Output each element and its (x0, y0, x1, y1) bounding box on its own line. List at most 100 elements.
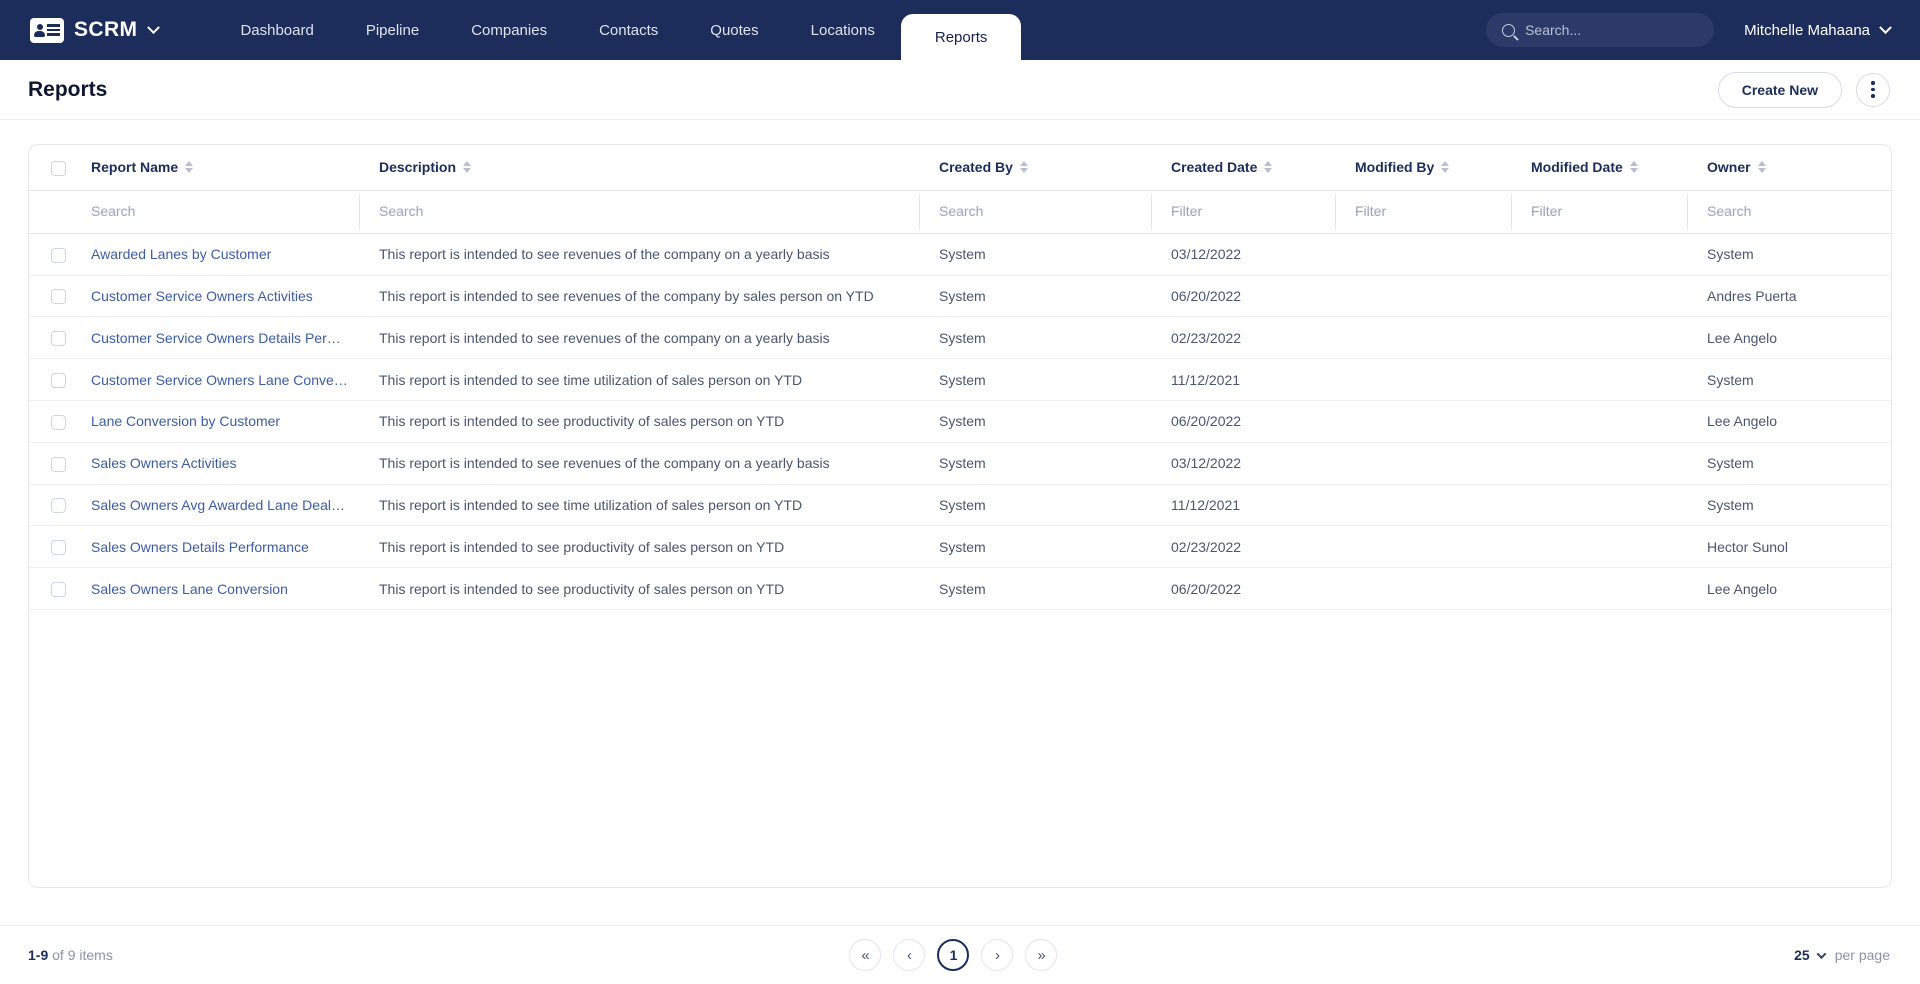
row-checkbox[interactable] (51, 247, 66, 263)
row-select-cell (29, 275, 71, 318)
column-header-modified-by[interactable]: Modified By (1335, 145, 1511, 191)
column-header-report-name[interactable]: Report Name (71, 145, 359, 191)
nav-tab-dashboard[interactable]: Dashboard (214, 0, 339, 60)
filter-input-created-date[interactable] (1171, 202, 1322, 219)
account-menu[interactable]: Mitchelle Mahaana (1744, 20, 1892, 39)
column-header-modified-date[interactable]: Modified Date (1511, 145, 1687, 191)
column-label: Created Date (1171, 159, 1258, 176)
report-name-link[interactable]: Customer Service Owners Activities (91, 288, 313, 304)
nav-tab-quotes[interactable]: Quotes (684, 0, 784, 60)
report-name-link[interactable]: Customer Service Owners Details Per… (91, 330, 341, 346)
cell-owner: System (1687, 233, 1891, 276)
item-range-label: 1-9 of 9 items (28, 947, 113, 963)
sort-icon[interactable] (1757, 161, 1766, 174)
column-header-owner[interactable]: Owner (1687, 145, 1891, 191)
brand-name: SCRM (74, 18, 138, 41)
filter-input-modified-date[interactable] (1531, 202, 1675, 219)
filter-cell-report-name (71, 190, 359, 234)
select-all-checkbox[interactable] (51, 160, 66, 176)
cell-modified-date (1511, 525, 1687, 569)
sort-icon[interactable] (1264, 161, 1273, 174)
brand-logo[interactable]: SCRM (0, 0, 161, 60)
per-page-select[interactable]: 25 (1794, 947, 1827, 963)
report-name-link[interactable]: Sales Owners Details Performance (91, 539, 309, 555)
cell-created-date: 11/12/2021 (1151, 358, 1335, 401)
filter-input-modified-by[interactable] (1355, 202, 1499, 219)
row-checkbox[interactable] (51, 372, 66, 388)
report-name-link[interactable]: Lane Conversion by Customer (91, 413, 280, 429)
row-checkbox[interactable] (51, 289, 66, 305)
cell-owner: System (1687, 442, 1891, 485)
row-checkbox[interactable] (51, 456, 66, 472)
report-name-link[interactable]: Customer Service Owners Lane Conve… (91, 372, 348, 388)
pagination-last-button[interactable]: » (1025, 939, 1058, 971)
filter-cell-modified-by (1335, 190, 1511, 234)
table-row[interactable]: Sales Owners Avg Awarded Lane Deal… This … (29, 484, 1891, 527)
cell-created-date: 06/20/2022 (1151, 400, 1335, 443)
filter-input-created-by[interactable] (939, 202, 1135, 219)
cell-created-date: 06/20/2022 (1151, 275, 1335, 318)
sort-icon[interactable] (185, 161, 194, 174)
filter-input-report-name[interactable] (91, 202, 338, 219)
chevron-down-icon[interactable] (147, 20, 161, 34)
sort-icon[interactable] (463, 161, 472, 174)
row-select-cell (29, 484, 71, 527)
sort-icon[interactable] (1441, 161, 1450, 174)
filter-input-description[interactable] (379, 202, 876, 219)
table-row[interactable]: Sales Owners Lane Conversion This report … (29, 567, 1891, 610)
filter-input-owner[interactable] (1707, 202, 1877, 219)
filter-cell-created-by (919, 190, 1151, 234)
nav-tab-pipeline[interactable]: Pipeline (340, 0, 445, 60)
row-checkbox[interactable] (51, 540, 66, 556)
report-name-link[interactable]: Sales Owners Activities (91, 455, 237, 471)
search-icon (1502, 23, 1516, 37)
report-name-link[interactable]: Sales Owners Avg Awarded Lane Deal… (91, 497, 345, 513)
cell-modified-date (1511, 442, 1687, 485)
cell-modified-by (1335, 233, 1511, 276)
row-checkbox[interactable] (51, 581, 66, 597)
cell-created-by: System (919, 358, 1151, 401)
table-row[interactable]: Sales Owners Details Performance This rep… (29, 525, 1891, 569)
column-header-created-by[interactable]: Created By (919, 145, 1151, 191)
pagination-first-button[interactable]: « (849, 939, 882, 971)
global-search-box[interactable]: Search... (1486, 13, 1715, 47)
cell-description: This report is intended to see time util… (359, 484, 919, 527)
row-checkbox[interactable] (51, 498, 66, 514)
column-header-created-date[interactable]: Created Date (1151, 145, 1335, 191)
more-options-button[interactable] (1856, 72, 1890, 107)
cell-owner: Andres Puerta (1687, 275, 1891, 318)
table-row[interactable]: Sales Owners Activities This report is in… (29, 442, 1891, 485)
table-row[interactable]: Awarded Lanes by Customer This report is … (29, 233, 1891, 276)
table-row[interactable]: Customer Service Owners Lane Conve… This … (29, 358, 1891, 401)
table-row[interactable]: Lane Conversion by Customer This report i… (29, 400, 1891, 443)
sort-icon[interactable] (1629, 161, 1638, 174)
nav-tab-reports[interactable]: Reports (900, 14, 1022, 60)
table-row[interactable]: Customer Service Owners Details Per… This… (29, 316, 1891, 360)
cell-modified-by (1335, 525, 1511, 569)
report-name-link[interactable]: Sales Owners Lane Conversion (91, 581, 288, 597)
column-header-description[interactable]: Description (359, 145, 919, 191)
cell-description: This report is intended to see revenues … (359, 316, 919, 360)
nav-tab-contacts[interactable]: Contacts (573, 0, 684, 60)
pagination-next-button[interactable]: › (981, 939, 1014, 971)
cell-report-name: Sales Owners Avg Awarded Lane Deal… (71, 484, 359, 527)
pagination-prev-button[interactable]: ‹ (893, 939, 926, 971)
cell-modified-date (1511, 233, 1687, 276)
create-new-button[interactable]: Create New (1717, 71, 1842, 108)
row-checkbox[interactable] (51, 414, 66, 430)
report-name-link[interactable]: Awarded Lanes by Customer (91, 246, 271, 262)
page-header-actions: Create New (1717, 71, 1890, 108)
cell-modified-by (1335, 358, 1511, 401)
nav-tab-companies[interactable]: Companies (445, 0, 573, 60)
row-checkbox[interactable] (51, 331, 66, 347)
cell-description: This report is intended to see time util… (359, 358, 919, 401)
sort-icon[interactable] (1019, 161, 1028, 174)
cell-report-name: Customer Service Owners Lane Conve… (71, 358, 359, 401)
column-label: Created By (939, 159, 1013, 176)
table-row[interactable]: Customer Service Owners Activities This r… (29, 275, 1891, 318)
cell-created-by: System (919, 275, 1151, 318)
cell-report-name: Customer Service Owners Details Per… (71, 316, 359, 360)
table-area: Report Name Description Created By Creat… (0, 120, 1920, 888)
pagination-page-1[interactable]: 1 (937, 939, 970, 971)
nav-tab-locations[interactable]: Locations (785, 0, 901, 60)
